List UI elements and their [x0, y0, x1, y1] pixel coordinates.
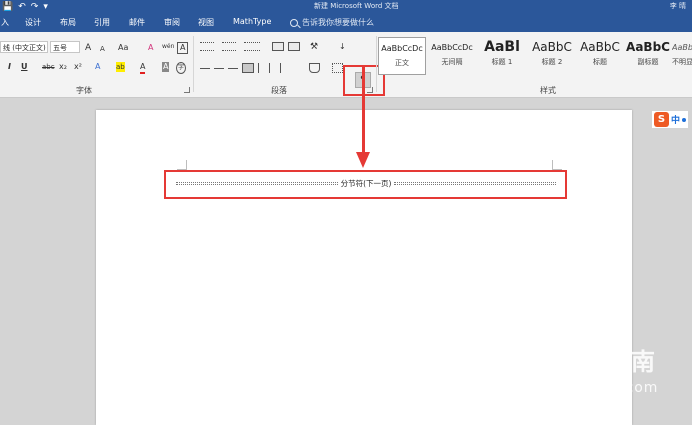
annotation-arrow [362, 66, 365, 154]
style-label: 标题 [593, 58, 607, 66]
sogou-watermark-logo: S [515, 340, 549, 374]
strikethrough-button[interactable]: abc [42, 62, 55, 72]
highlight-button[interactable]: ab [116, 62, 125, 72]
tab-layout[interactable]: 布局 [60, 17, 76, 28]
italic-button[interactable]: I [8, 62, 11, 72]
margin-corner-mark [552, 160, 562, 170]
style-preview: AaBl [484, 39, 520, 55]
style-label: 无间隔 [441, 58, 463, 66]
decrease-indent-icon[interactable] [272, 42, 284, 51]
section-break-label: 分节符(下一页) [340, 178, 392, 188]
subscript-button[interactable]: x₂ [59, 62, 67, 72]
undo-icon[interactable]: ↶ [18, 2, 26, 12]
style-preview: AaBbC [580, 40, 620, 54]
annotation-arrow-head [356, 152, 370, 168]
styles-group-label: 样式 [540, 86, 556, 95]
margin-corner-mark [177, 160, 187, 170]
document-title: 新建 Microsoft Word 文档 [314, 2, 399, 10]
ribbon-tabs: 入 设计 布局 引用 邮件 审阅 视图 MathType 告诉我你想要做什么 [0, 14, 692, 32]
style-normal[interactable]: AaBbCcDc 正文 [378, 37, 426, 75]
align-left-icon[interactable] [200, 68, 210, 69]
paragraph-group-label: 段落 [271, 86, 287, 95]
shrink-font-button[interactable]: A [100, 44, 105, 54]
style-no-spacing[interactable]: AaBbCcDc 无间隔 [428, 37, 476, 75]
section-break-line [394, 181, 557, 185]
font-size-box[interactable]: 五号 [50, 41, 80, 53]
font-name-box[interactable]: 线 (中文正文) [0, 41, 48, 53]
style-preview: AaBbCcDc [431, 43, 473, 52]
underline-button[interactable]: U [21, 62, 28, 72]
style-preview: AaBb [672, 43, 692, 52]
styles-gallery: AaBbCcDc 正文 AaBbCcDc 无间隔 AaBl 标题 1 AaBbC… [378, 37, 692, 77]
bullets-icon[interactable] [200, 42, 214, 51]
align-center-icon[interactable] [214, 68, 224, 69]
style-label: 标题 2 [541, 58, 563, 66]
tab-mailings[interactable]: 邮件 [129, 17, 145, 28]
justify-icon[interactable] [242, 63, 254, 73]
distributed-icon[interactable] [258, 63, 270, 73]
chinese-layout-icon[interactable]: ⚒ [310, 42, 318, 52]
save-icon[interactable]: 💾 [2, 2, 13, 12]
style-title[interactable]: AaBbC 标题 [576, 37, 624, 75]
ime-toolbar[interactable]: S 中 [652, 111, 689, 128]
style-subtitle[interactable]: AaBbC 副标题 [624, 37, 672, 75]
style-label: 标题 1 [491, 58, 513, 66]
watermark-url: zhinan.sogou.com [515, 380, 659, 396]
tab-design[interactable]: 设计 [25, 17, 41, 28]
increase-indent-icon[interactable] [288, 42, 300, 51]
borders-icon[interactable] [332, 63, 343, 73]
style-preview: AaBbC [532, 40, 572, 54]
section-break-line [176, 181, 338, 185]
watermark-text: 搜狗指南 [553, 348, 657, 376]
user-name[interactable]: 李 晴 [670, 1, 686, 11]
char-border-button[interactable]: A [177, 42, 189, 54]
clear-format-button[interactable]: A [148, 43, 153, 53]
tell-me-text: 告诉我你想要做什么 [302, 18, 374, 27]
style-label: 不明显 [672, 58, 692, 66]
tell-me-search[interactable]: 告诉我你想要做什么 [290, 17, 374, 28]
grow-font-button[interactable]: A [85, 43, 91, 53]
group-divider [193, 36, 194, 92]
enclose-char-button[interactable]: 字 [176, 62, 187, 74]
style-label: 副标题 [637, 58, 659, 66]
quick-access-toolbar: 💾 ↶ ↷ ▾ [2, 0, 48, 14]
superscript-button[interactable]: x² [74, 62, 82, 72]
sort-button[interactable]: ↓ [339, 42, 346, 52]
phonetic-guide-button[interactable]: wén [162, 42, 174, 52]
char-shading-button[interactable]: A [162, 62, 170, 72]
font-color-button[interactable]: A [140, 62, 146, 74]
align-right-icon[interactable] [228, 68, 238, 69]
group-divider [376, 36, 377, 92]
font-group-label: 字体 [76, 86, 92, 95]
word-window: 💾 ↶ ↷ ▾ 新建 Microsoft Word 文档 李 晴 入 设计 布局… [0, 0, 692, 425]
font-dialog-launcher-icon[interactable] [184, 87, 190, 93]
style-subtle-emphasis[interactable]: AaBb 不明显 [672, 37, 692, 75]
section-break-marker[interactable]: 分节符(下一页) [176, 178, 557, 188]
tab-view[interactable]: 视图 [198, 17, 214, 28]
tab-references[interactable]: 引用 [94, 17, 110, 28]
style-preview: AaBbC [626, 40, 670, 54]
paragraph-dialog-launcher-icon[interactable] [367, 87, 373, 93]
text-effects-button[interactable]: A [95, 62, 100, 72]
style-label: 正文 [395, 59, 409, 67]
shading-icon[interactable] [309, 63, 320, 73]
multilevel-list-icon[interactable] [244, 42, 260, 51]
numbering-icon[interactable] [222, 42, 236, 51]
tab-review[interactable]: 审阅 [164, 17, 180, 28]
style-heading-2[interactable]: AaBbC 标题 2 [528, 37, 576, 75]
tab-insert[interactable]: 入 [1, 17, 9, 28]
search-icon [290, 18, 298, 27]
redo-icon[interactable]: ↷ [31, 2, 39, 12]
title-bar: 💾 ↶ ↷ ▾ 新建 Microsoft Word 文档 李 晴 [0, 0, 692, 14]
sogou-logo-icon: S [654, 112, 669, 127]
ribbon: 线 (中文正文) 五号 A A Aa A wén A I U abc x₂ x²… [0, 32, 692, 98]
tab-mathtype[interactable]: MathType [233, 17, 271, 26]
punctuation-icon[interactable] [682, 117, 687, 122]
style-preview: AaBbCcDc [381, 44, 423, 53]
line-spacing-icon[interactable] [280, 63, 292, 73]
style-heading-1[interactable]: AaBl 标题 1 [478, 37, 526, 75]
ime-mode[interactable]: 中 [671, 113, 680, 126]
change-case-button[interactable]: Aa [118, 43, 128, 53]
customize-qat-icon[interactable]: ▾ [43, 2, 48, 12]
